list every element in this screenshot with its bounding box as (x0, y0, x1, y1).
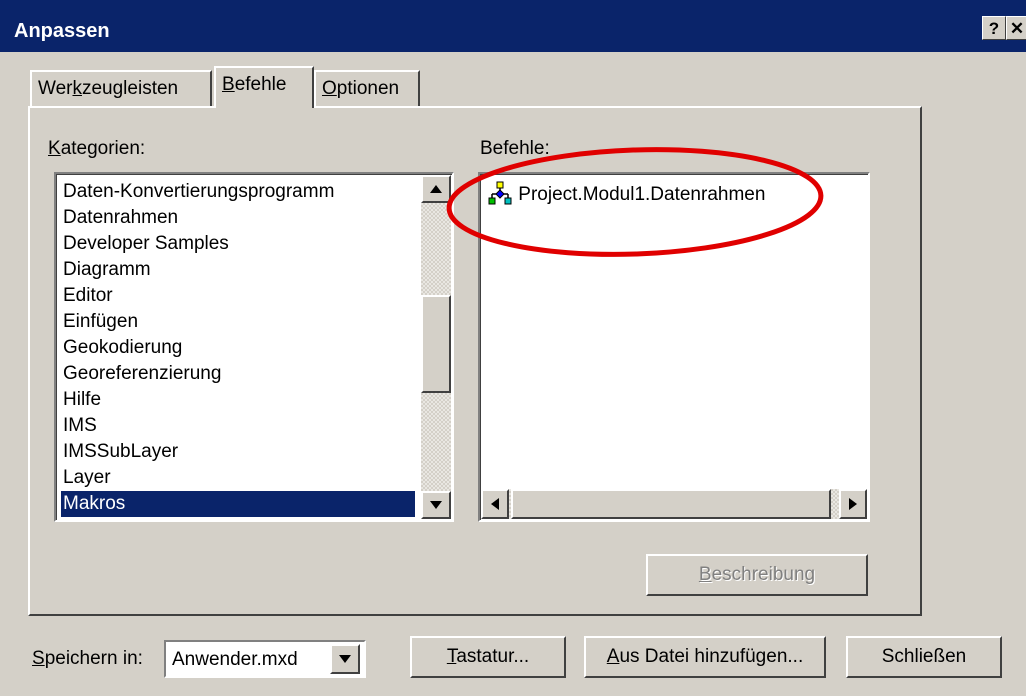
list-item[interactable]: Diagramm (61, 257, 151, 283)
window-title: Anpassen (14, 20, 110, 42)
save-in-label-key: S (32, 648, 45, 669)
list-item[interactable]: Developer Samples (61, 231, 229, 257)
save-in-label: Speichern in: (32, 648, 143, 670)
categories-list[interactable]: Daten-Konvertierungsprogramm Datenrahmen… (54, 172, 454, 522)
scroll-left-button[interactable] (481, 489, 509, 519)
keyboard-button-key: T (446, 646, 457, 667)
list-item[interactable]: Einfügen (61, 309, 138, 335)
list-item[interactable]: Layer (61, 465, 111, 491)
arrow-right-icon (849, 498, 857, 510)
save-in-dropdown[interactable]: Anwender.mxd (164, 640, 366, 678)
save-in-value: Anwender.mxd (172, 649, 298, 670)
tab-werkzeugleisten[interactable]: Werkzeugleisten (30, 70, 212, 106)
list-item[interactable]: Daten-Konvertierungsprogramm (61, 179, 334, 205)
add-from-file-button-rest: us Datei hinzufügen... (619, 646, 804, 667)
add-from-file-button[interactable]: Aus Datei hinzufügen... (584, 636, 826, 678)
chevron-down-icon (339, 655, 351, 663)
highlight-ellipse (446, 147, 824, 257)
tab-label-key: O (322, 78, 337, 99)
list-item-selected[interactable]: Makros (61, 491, 415, 517)
list-item[interactable]: Datenrahmen (61, 205, 178, 231)
close-window-button[interactable]: ✕ (1006, 16, 1026, 40)
description-button[interactable]: Beschreibung (646, 554, 868, 596)
dropdown-button[interactable] (330, 644, 360, 674)
list-item[interactable]: Hilfe (61, 387, 101, 413)
tab-befehle[interactable]: Befehle (214, 66, 314, 108)
scroll-thumb-horizontal[interactable] (511, 489, 831, 519)
tab-label-key: k (72, 78, 82, 99)
categories-label-rest: ategorien: (60, 138, 146, 159)
description-button-key: B (698, 564, 712, 585)
tab-label-key: B (222, 74, 235, 95)
description-button-rest: eschreibung (711, 564, 816, 585)
arrow-left-icon (491, 498, 499, 510)
scroll-right-button[interactable] (839, 489, 867, 519)
scroll-thumb[interactable] (421, 295, 451, 393)
help-button[interactable]: ? (982, 16, 1006, 40)
categories-list-inner: Daten-Konvertierungsprogramm Datenrahmen… (56, 174, 452, 520)
list-item[interactable]: IMSSubLayer (61, 439, 178, 465)
keyboard-button[interactable]: Tastatur... (410, 636, 566, 678)
title-bar: Anpassen ? ✕ (0, 0, 1026, 52)
list-item[interactable]: Geokodierung (61, 335, 182, 361)
arrow-down-icon (430, 501, 442, 509)
add-from-file-button-key: A (606, 646, 620, 667)
tab-label-post: zeugleisten (81, 78, 179, 99)
scroll-down-button[interactable] (421, 491, 451, 519)
list-item[interactable]: IMS (61, 413, 97, 439)
close-button[interactable]: Schließen (846, 636, 1002, 678)
keyboard-button-rest: astatur... (456, 646, 530, 667)
tab-label-post: efehle (234, 74, 287, 95)
tab-label-post: ptionen (336, 78, 400, 99)
categories-label-key: K (48, 138, 61, 159)
tab-label-pre: Wer (38, 78, 73, 99)
tab-optionen[interactable]: Optionen (314, 70, 420, 106)
list-item[interactable]: Georeferenzierung (61, 361, 221, 387)
list-item[interactable]: Editor (61, 283, 113, 309)
categories-label: Kategorien: (48, 138, 145, 160)
save-in-label-rest: peichern in: (44, 648, 143, 669)
